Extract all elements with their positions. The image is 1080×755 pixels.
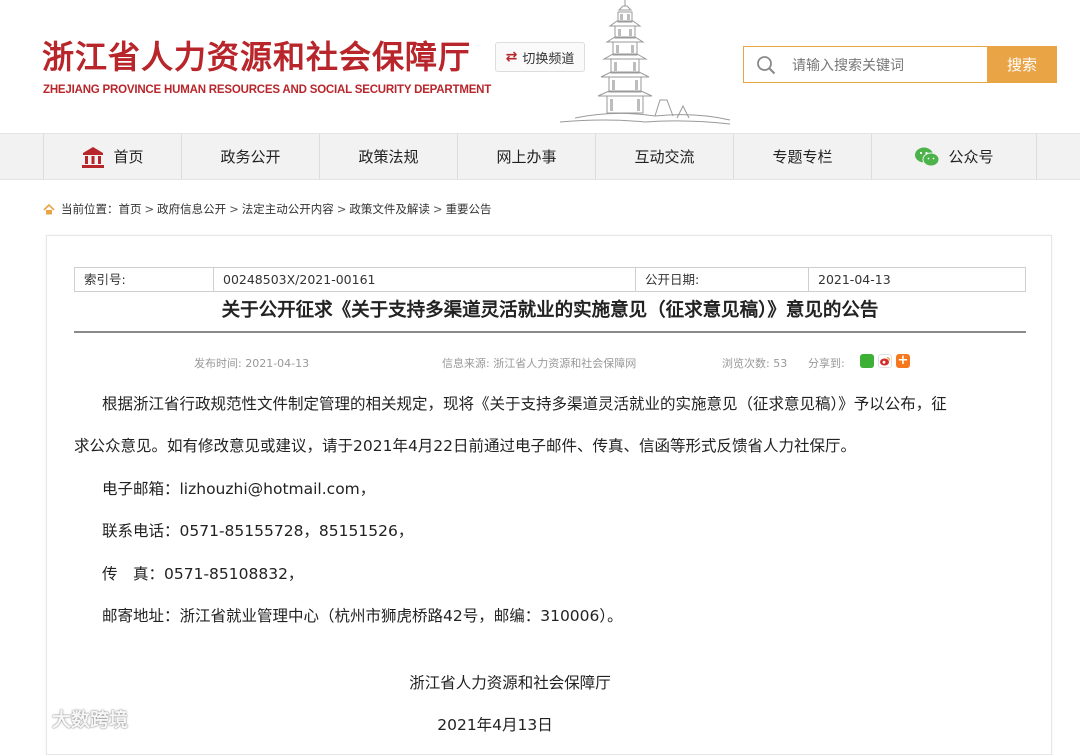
- breadcrumb-link[interactable]: 政府信息公开: [157, 201, 226, 217]
- contact-phone: 联系电话：0571-85155728，85151526，: [102, 522, 414, 540]
- nav-item-online-services[interactable]: 网上办事: [457, 134, 595, 179]
- nav-label: 政策法规: [358, 148, 419, 166]
- nav-item-policies[interactable]: 政策法规: [319, 134, 457, 179]
- publish-time: 发布时间: 2021-04-13: [194, 357, 310, 370]
- pagoda-illustration: [559, 0, 731, 125]
- breadcrumb-separator: >: [432, 202, 443, 216]
- nav-label: 公众号: [948, 148, 994, 166]
- meta-table: 索引号: 00248503X/2021-00161 公开日期: 2021-04-…: [74, 267, 1026, 292]
- nav-item-wechat[interactable]: 公众号: [871, 134, 1037, 179]
- nav-item-special-topics[interactable]: 专题专栏: [733, 134, 871, 179]
- weibo-share-icon[interactable]: [878, 354, 892, 368]
- breadcrumb-prefix: 当前位置：: [61, 202, 119, 216]
- watermark-logo-icon: [8, 710, 45, 727]
- breadcrumb: 当前位置： 首页 > 政府信息公开 > 法定主动公开内容 > 政策文件及解读 >…: [43, 200, 492, 218]
- view-count: 浏览次数: 53: [722, 357, 788, 370]
- index-value: 00248503X/2021-00161: [214, 268, 636, 291]
- info-source: 信息来源: 浙江省人力资源和社会保障网: [442, 357, 637, 370]
- breadcrumb-link[interactable]: 政策文件及解读: [349, 201, 430, 217]
- paragraph-line: 求公众意见。如有修改意见或建议，请于2021年4月22日前通过电子邮件、传真、信…: [74, 437, 857, 455]
- index-label: 索引号:: [75, 268, 214, 291]
- nav-item-interaction[interactable]: 互动交流: [595, 134, 733, 179]
- site-subtitle: ZHEJIANG PROVINCE HUMAN RESOURCES AND SO…: [43, 84, 492, 96]
- contact-fax: 传 真：0571-85108832，: [102, 565, 304, 583]
- article-title: 关于公开征求《关于支持多渠道灵活就业的实施意见（征求意见稿）》意见的公告: [221, 300, 879, 321]
- more-share-icon[interactable]: +: [896, 354, 910, 368]
- contact-email: 电子邮箱：lizhouzhi@hotmail.com，: [102, 480, 376, 498]
- title-divider: [74, 331, 1026, 333]
- breadcrumb-link[interactable]: 法定主动公开内容: [242, 201, 334, 217]
- site-title[interactable]: 浙江省人力资源和社会保障厅: [42, 32, 471, 78]
- nav-label: 首页: [113, 148, 144, 166]
- nav-item-government-affairs[interactable]: 政务公开: [181, 134, 319, 179]
- site-header: 浙江省人力资源和社会保障厅 ZHEJIANG PROVINCE HUMAN RE…: [0, 0, 1080, 133]
- paragraph-line: 根据浙江省行政规范性文件制定管理的相关规定，现将《关于支持多渠道灵活就业的实施意…: [102, 395, 947, 413]
- breadcrumb-separator: >: [229, 202, 239, 216]
- search-input[interactable]: [790, 52, 984, 80]
- wechat-share-icon[interactable]: [860, 354, 874, 368]
- nav-label: 政务公开: [220, 148, 281, 166]
- breadcrumb-separator: >: [144, 202, 155, 216]
- signature-date: 2021年4月13日: [437, 716, 553, 734]
- breadcrumb-separator: >: [336, 202, 347, 216]
- main-nav: 首页 政务公开 政策法规 网上办事 互动交流 专题专栏 公众号: [0, 133, 1080, 180]
- nav-item-home[interactable]: 首页: [43, 134, 181, 179]
- building-icon: [82, 146, 105, 168]
- date-value: 2021-04-13: [818, 272, 891, 287]
- nav-label: 互动交流: [634, 148, 695, 166]
- shuffle-icon: ⇄: [505, 49, 518, 65]
- breadcrumb-link[interactable]: 重要公告: [446, 201, 492, 217]
- share-label: 分享到:: [808, 357, 845, 370]
- share-icons: +: [860, 354, 910, 368]
- watermark: 大数跨境: [8, 705, 128, 732]
- search-button[interactable]: 搜索: [987, 46, 1057, 83]
- watermark-text: 大数跨境: [52, 709, 129, 731]
- contact-address: 邮寄地址：浙江省就业管理中心（杭州市狮虎桥路42号，邮编：310006）。: [102, 607, 623, 625]
- date-label: 公开日期:: [636, 268, 809, 291]
- nav-label: 专题专栏: [772, 148, 833, 166]
- wechat-icon: [915, 147, 940, 166]
- breadcrumb-link[interactable]: 首页: [119, 201, 142, 217]
- search-icon: [757, 56, 776, 75]
- signature-org: 浙江省人力资源和社会保障厅: [409, 674, 611, 692]
- search-box: [743, 46, 987, 83]
- nav-label: 网上办事: [496, 148, 557, 166]
- home-icon: [43, 203, 55, 214]
